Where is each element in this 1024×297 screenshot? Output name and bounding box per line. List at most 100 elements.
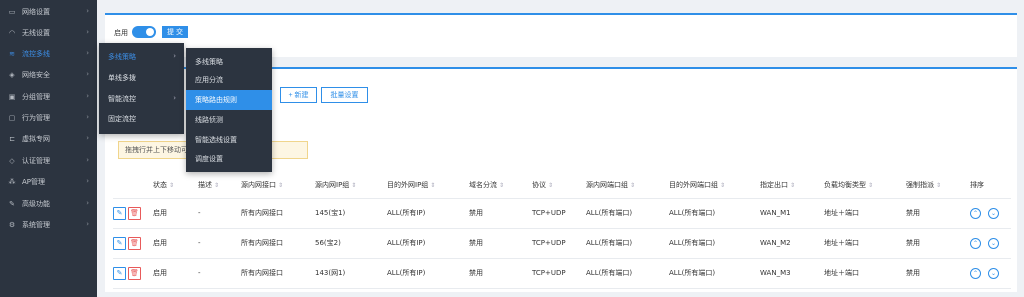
chevron-right-icon: › [86,113,89,121]
cell-dst-port: ALL(所有端口) [669,198,760,229]
menu-item-schedule-settings[interactable]: 调度设置 [186,149,272,169]
cell-domain: 禁用 [469,258,532,289]
menu-item-policy-route-rules[interactable]: 策略路由规则 [186,90,272,110]
chevron-right-icon: › [86,177,89,185]
shield-icon: ◈ [9,71,15,79]
column-header-exit[interactable]: 指定出口 ⇕ [760,172,824,199]
table-row[interactable]: ✎ 🗑 启用 - 所有内网接口 145(宝1) ALL(所有IP) 禁用 TCP+… [113,198,1011,229]
cell-domain: 禁用 [469,228,532,259]
menu-item-multiline-policy-sub[interactable]: 多线策略 [186,52,272,72]
chevron-right-icon: › [173,94,176,102]
cell-src-iface: 所有内网接口 [241,198,315,229]
column-header-balance[interactable]: 负载均衡类型 ⇕ [824,172,906,199]
column-header-desc[interactable]: 描述 ⇕ [198,172,241,199]
cell-dst-port: ALL(所有端口) [669,258,760,289]
column-header-src-iface[interactable]: 源内网接口 ⇕ [241,172,315,199]
cell-desc: - [198,198,241,229]
sort-icon: ⇕ [430,181,436,189]
cell-force: 禁用 [906,258,970,289]
toggle-label: 启用 [114,29,128,37]
new-button[interactable]: + 新建 [280,87,317,103]
delete-icon[interactable]: 🗑 [128,236,141,250]
menu-item-multiline-policy[interactable]: 多线策略 › [99,47,184,67]
menu-item-smart-flow-control[interactable]: 智能流控 › [99,89,184,109]
cell-protocol: TCP+UDP [532,198,586,229]
edit-icon[interactable]: ✎ [113,266,126,280]
cell-exit: WAN_M1 [760,198,824,229]
sidebar-item-network[interactable]: ▭ 网络设置 › [0,1,97,23]
chevron-right-icon: › [86,220,89,228]
cell-desc: - [198,228,241,259]
behavior-icon: ▢ [8,114,16,122]
column-header-src-port[interactable]: 源内网端口组 ⇕ [586,172,669,199]
menu-item-app-split[interactable]: 应用分流 [186,70,272,90]
sort-icon: ⇕ [548,181,554,189]
sidebar-item-security[interactable]: ◈ 网络安全 › [0,64,97,86]
table-row[interactable]: ✎ 🗑 启用 - 所有内网接口 56(宝2) ALL(所有IP) 禁用 TCP+U… [113,228,1011,259]
auth-icon: ◇ [9,157,15,165]
enable-toggle[interactable] [132,26,156,38]
move-down-icon[interactable]: ⌄ [988,267,999,279]
menu-item-smart-line-select[interactable]: 智能选线设置 [186,130,272,150]
cell-status: 启用 [153,258,198,289]
column-header-force[interactable]: 强制指派 ⇕ [906,172,970,199]
column-header-protocol[interactable]: 协议 ⇕ [532,172,586,199]
menu-item-line-detect[interactable]: 线路侦测 [186,110,272,130]
sidebar-item-behavior[interactable]: ▢ 行为管理 › [0,107,97,129]
cell-src-iface: 所有内网接口 [241,258,315,289]
sidebar-item-auth[interactable]: ◇ 认证管理 › [0,150,97,172]
sidebar-item-ap[interactable]: ⁂ AP管理 › [0,171,97,193]
cell-dst-ip: ALL(所有IP) [387,198,469,229]
column-header-dst-port[interactable]: 目的外网端口组 ⇕ [669,172,760,199]
move-down-icon[interactable]: ⌄ [988,237,999,249]
flow-icon: ≋ [9,50,15,58]
sort-icon: ⇕ [936,181,942,189]
cell-order: ⌃ ⌄ [970,228,1011,259]
system-icon: ⚙ [8,221,16,229]
sidebar-item-label: 流控多线 [22,50,50,58]
sort-icon: ⇕ [790,181,796,189]
column-header-domain[interactable]: 域名分流 ⇕ [469,172,532,199]
move-up-icon[interactable]: ⌃ [970,237,981,249]
delete-icon[interactable]: 🗑 [128,266,141,280]
menu-item-single-line-dial[interactable]: 单线多拨 [99,68,184,88]
cell-src-ip: 56(宝2) [315,228,387,259]
submit-button[interactable]: 提 交 [162,26,188,38]
ap-icon: ⁂ [8,178,16,186]
menu-item-fixed-flow-control[interactable]: 固定流控 [99,109,184,129]
sidebar-item-vpn[interactable]: ⊏ 虚拟专网 › [0,128,97,150]
cell-status: 启用 [153,198,198,229]
sidebar-item-label: 行为管理 [22,114,50,122]
advanced-icon: ✎ [9,200,15,208]
cell-src-port: ALL(所有端口) [586,228,669,259]
sidebar-item-group[interactable]: ▣ 分组管理 › [0,86,97,108]
edit-icon[interactable]: ✎ [113,236,126,250]
multiline-policy-submenu: 多线策略 应用分流 策略路由规则 线路侦测 智能选线设置 调度设置 [186,48,272,172]
sidebar-item-flow-control[interactable]: ≋ 流控多线 › [0,43,97,65]
chevron-right-icon: › [86,199,89,207]
cell-balance: 地址＋端口 [824,228,906,259]
table-row[interactable]: ✎ 🗑 启用 - 所有内网接口 143(网1) ALL(所有IP) 禁用 TCP+… [113,258,1011,289]
sort-icon: ⇕ [868,181,874,189]
sidebar-item-label: 高级功能 [22,200,50,208]
move-up-icon[interactable]: ⌃ [970,267,981,279]
sidebar-item-advanced[interactable]: ✎ 高级功能 › [0,193,97,215]
delete-icon[interactable]: 🗑 [128,206,141,220]
move-down-icon[interactable]: ⌄ [988,207,999,219]
sort-icon: ⇕ [630,181,636,189]
monitor-icon: ▭ [8,8,16,16]
row-actions: ✎ 🗑 [113,198,153,229]
column-header-dst-ip[interactable]: 目的外网IP组 ⇕ [387,172,469,199]
sidebar-item-label: 无线设置 [22,29,50,37]
sidebar-item-wireless[interactable]: ◠ 无线设置 › [0,22,97,44]
sidebar-item-label: 网络设置 [22,8,50,16]
column-header-ops [113,172,153,199]
column-header-status[interactable]: 状态 ⇕ [153,172,198,199]
sort-icon: ⇕ [278,181,284,189]
sort-icon: ⇕ [720,181,726,189]
column-header-src-ip[interactable]: 源内网IP组 ⇕ [315,172,387,199]
move-up-icon[interactable]: ⌃ [970,207,981,219]
edit-icon[interactable]: ✎ [113,206,126,220]
sidebar-item-system[interactable]: ⚙ 系统管理 › [0,214,97,236]
batch-settings-button[interactable]: 批量设置 [321,87,368,103]
